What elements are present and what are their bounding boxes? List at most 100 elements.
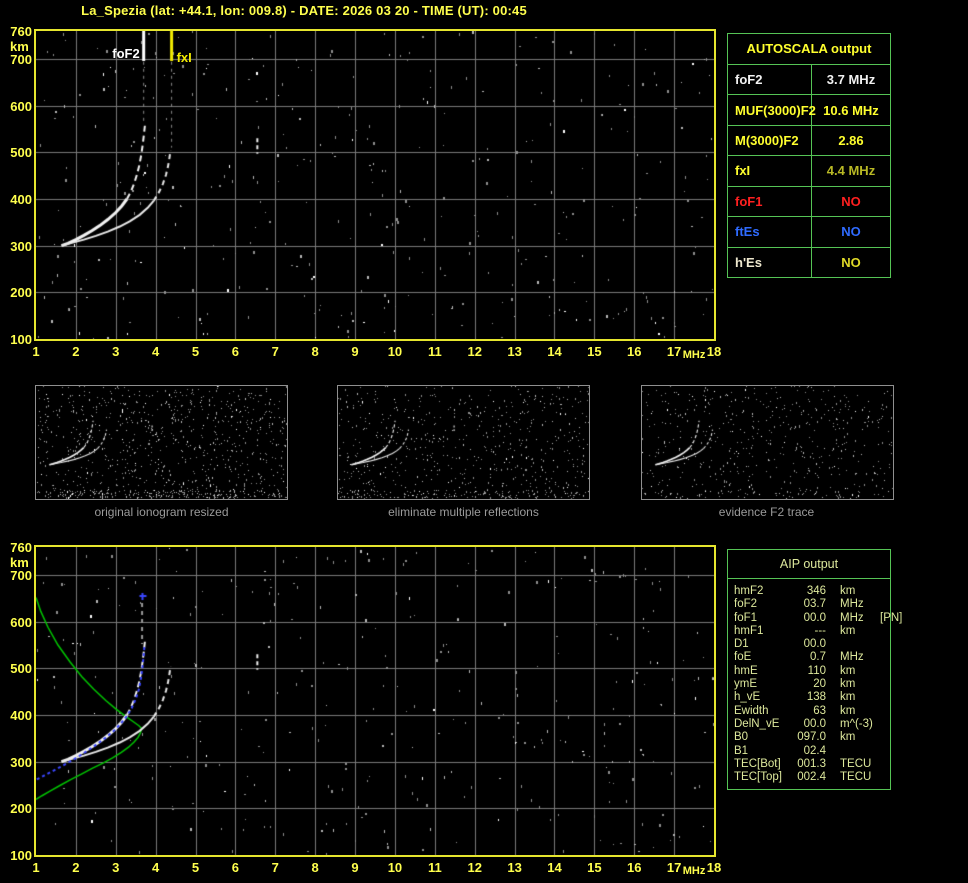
aip-row-b1: B1 02.4 [734, 745, 890, 758]
aip-unit: MHz [840, 598, 864, 611]
aip-value: 63 [813, 704, 826, 717]
aip-gap [826, 585, 840, 598]
autoscala-param-label: MUF(3000)F2 [728, 95, 816, 125]
y-tick-label-760: 760 [10, 540, 32, 555]
y-tick-label-700: 700 [10, 52, 32, 67]
x-tick-label-12: 12 [467, 344, 482, 359]
aip-param: B0 [734, 731, 749, 744]
aip-note [880, 678, 890, 691]
aip-value: 20 [813, 678, 826, 691]
y-tick-label-400: 400 [10, 192, 32, 207]
aip-value: 138 [806, 691, 826, 704]
aip-param: hmF1 [734, 624, 764, 637]
y-tick-label-200: 200 [10, 801, 32, 817]
x-axis-unit-label: MHz [682, 865, 706, 877]
x-tick-label-15: 15 [587, 860, 602, 875]
x-tick-label-13: 13 [507, 344, 522, 359]
aip-param: foE [734, 651, 752, 664]
y-tick-label-700: 700 [10, 568, 32, 583]
x-tick-label-1: 1 [32, 344, 40, 359]
x-tick-label-8: 8 [311, 860, 319, 875]
autoscala-row-hes: h'Es NO [728, 247, 890, 277]
autoscala-param-value: 2.86 [838, 133, 864, 149]
aip-gap [826, 745, 840, 758]
fof2-marker-label: foF2 [112, 46, 140, 61]
autoscala-output-panel: AUTOSCALA output foF2 3.7 MHz MUF(3000)F2 1… [727, 33, 891, 278]
aip-row-d1: D1 00.0 [734, 638, 890, 651]
aip-gap [826, 758, 840, 771]
aip-note [880, 585, 890, 598]
autoscala-param-value: 3.7 MHz [826, 72, 876, 88]
x-tick-label-4: 4 [152, 344, 160, 359]
x-tick-label-3: 3 [112, 860, 120, 875]
autoscala-param-value: NO [841, 254, 861, 270]
x-tick-label-9: 9 [351, 860, 359, 875]
x-tick-label-10: 10 [387, 344, 403, 359]
aip-row-yme: ymE 20 km [734, 678, 890, 691]
aip-gap [826, 612, 840, 625]
y-tick-label-200: 200 [10, 285, 32, 301]
aip-row-fof1: foF1 00.0 MHz [PN] [734, 611, 902, 625]
aip-value: 03.7 [803, 598, 826, 611]
x-tick-label-6: 6 [231, 344, 240, 359]
x-tick-label-9: 9 [351, 344, 359, 359]
x-tick-label-14: 14 [547, 860, 562, 875]
aip-row-tectop: TEC[Top] 002.4 TECU [734, 771, 890, 784]
aip-gap [826, 718, 840, 731]
aip-note [880, 665, 890, 678]
thumbnail-eliminate-canvas [338, 386, 589, 499]
aip-gap [826, 705, 840, 718]
x-tick-label-4: 4 [152, 860, 160, 875]
autoscala-rows: foF2 3.7 MHz MUF(3000)F2 10.6 MHz M(3000)F2 2… [728, 65, 890, 277]
x-tick-label-7: 7 [271, 860, 279, 875]
aip-row-foe: foE 0.7 MHz [734, 651, 890, 664]
aip-note [880, 771, 890, 784]
aip-value: 002.4 [797, 771, 826, 784]
aip-unit: km [840, 624, 856, 637]
aip-value: --- [814, 624, 827, 637]
x-tick-label-15: 15 [587, 344, 602, 359]
x-tick-label-2: 2 [72, 860, 80, 875]
aip-unit: km [840, 678, 856, 691]
x-tick-label-2: 2 [72, 344, 80, 359]
fxi-marker-label: fxI [176, 50, 192, 65]
x-axis-unit-label: MHz [682, 349, 706, 361]
autoscala-row-fof1: foF1 NO [728, 186, 890, 218]
aip-unit: MHz [840, 611, 864, 624]
aip-unit: TECU [840, 771, 872, 784]
autoscala-param-label: h'Es [728, 247, 812, 277]
aip-rows: hmF2 346 km foF2 03.7 MHz foF1 00.0 MHz [PN] hmF1 -… [728, 579, 902, 784]
main-ionogram-plot: foF2 fxI [34, 29, 716, 341]
aip-value: 00.0 [803, 638, 826, 651]
aip-note [880, 651, 890, 664]
aip-value: 097.0 [797, 731, 826, 744]
aip-panel-title: AIP output [779, 557, 839, 571]
autoscala-param-label: fxI [728, 156, 812, 186]
aip-value: 0.7 [810, 651, 826, 664]
aip-row-hve: h_vE 138 km [734, 691, 890, 704]
y-tick-label-300: 300 [10, 754, 32, 770]
aip-note [880, 745, 890, 758]
page-title: La_Spezia (lat: +44.1, lon: 009.8) - DAT… [81, 3, 527, 18]
y-tick-label-600: 600 [10, 98, 32, 114]
aip-value: 02.4 [803, 744, 826, 757]
aip-output-panel: AIP output hmF2 346 km foF2 03.7 MHz foF1 00.0 M… [727, 549, 902, 790]
thumbnail-eliminate-multiples [337, 385, 590, 500]
aip-unit: km [840, 585, 856, 597]
x-tick-label-11: 11 [427, 344, 442, 359]
aip-param: TEC[Bot] [734, 757, 781, 770]
aip-unit [840, 745, 880, 758]
aip-unit: TECU [840, 757, 872, 770]
y-tick-label-500: 500 [10, 661, 32, 677]
aip-note [880, 731, 890, 744]
autoscala-row-ftes: ftEs NO [728, 217, 890, 248]
aip-param: TEC[Top] [734, 771, 782, 784]
thumbnail-f2-trace [641, 385, 894, 500]
aip-unit: m^(-3) [840, 717, 873, 730]
x-tick-label-6: 6 [231, 860, 240, 875]
x-tick-label-14: 14 [547, 344, 562, 359]
aip-value: 110 [807, 664, 826, 677]
aip-row-hmf1: hmF1 --- km [734, 625, 890, 638]
x-tick-label-16: 16 [627, 344, 642, 359]
thumbnail-original-ionogram [35, 385, 288, 500]
